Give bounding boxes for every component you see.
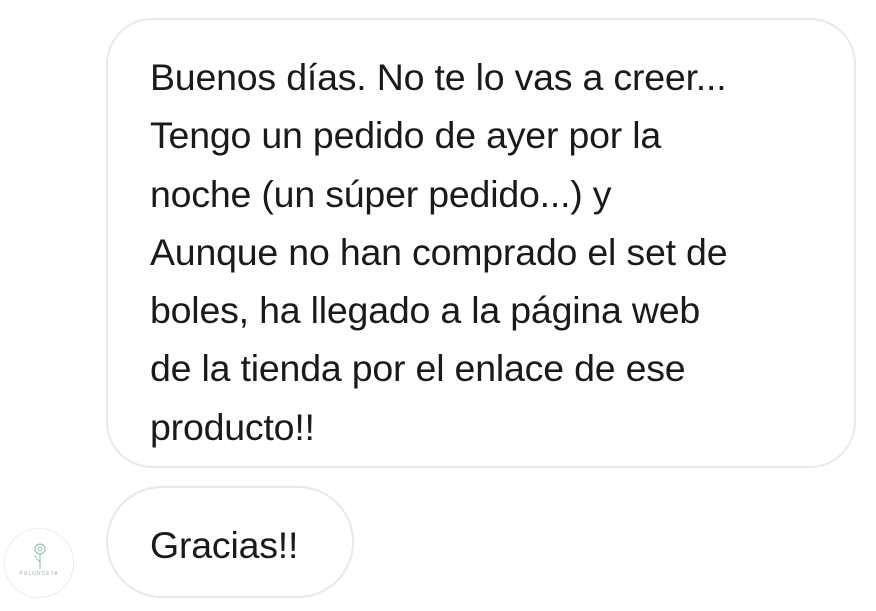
- message-line: boles, ha llegado a la página web: [150, 289, 701, 332]
- message-line: Buenos días. No te lo vas a creer...: [150, 56, 727, 98]
- dandelion-logo-icon: [34, 543, 46, 569]
- message-line: Gracias!!: [150, 524, 299, 566]
- message-line: producto!!: [150, 405, 315, 448]
- avatar[interactable]: PULORCETA: [4, 528, 74, 598]
- message-line: de la tienda por el enlace de ese: [150, 347, 686, 390]
- chat-thread: Buenos días. No te lo vas a creer... Ten…: [0, 0, 876, 611]
- avatar-logo-text: PULORCETA: [19, 571, 59, 577]
- message-line: Tengo un pedido de ayer por la: [150, 114, 662, 157]
- message-line: noche (un súper pedido...) y: [150, 172, 612, 215]
- message-bubble[interactable]: Buenos días. No te lo vas a creer... Ten…: [106, 18, 856, 468]
- message-bubble[interactable]: Gracias!!: [106, 486, 354, 598]
- message-line: Aunque no han comprado el set de: [150, 230, 728, 273]
